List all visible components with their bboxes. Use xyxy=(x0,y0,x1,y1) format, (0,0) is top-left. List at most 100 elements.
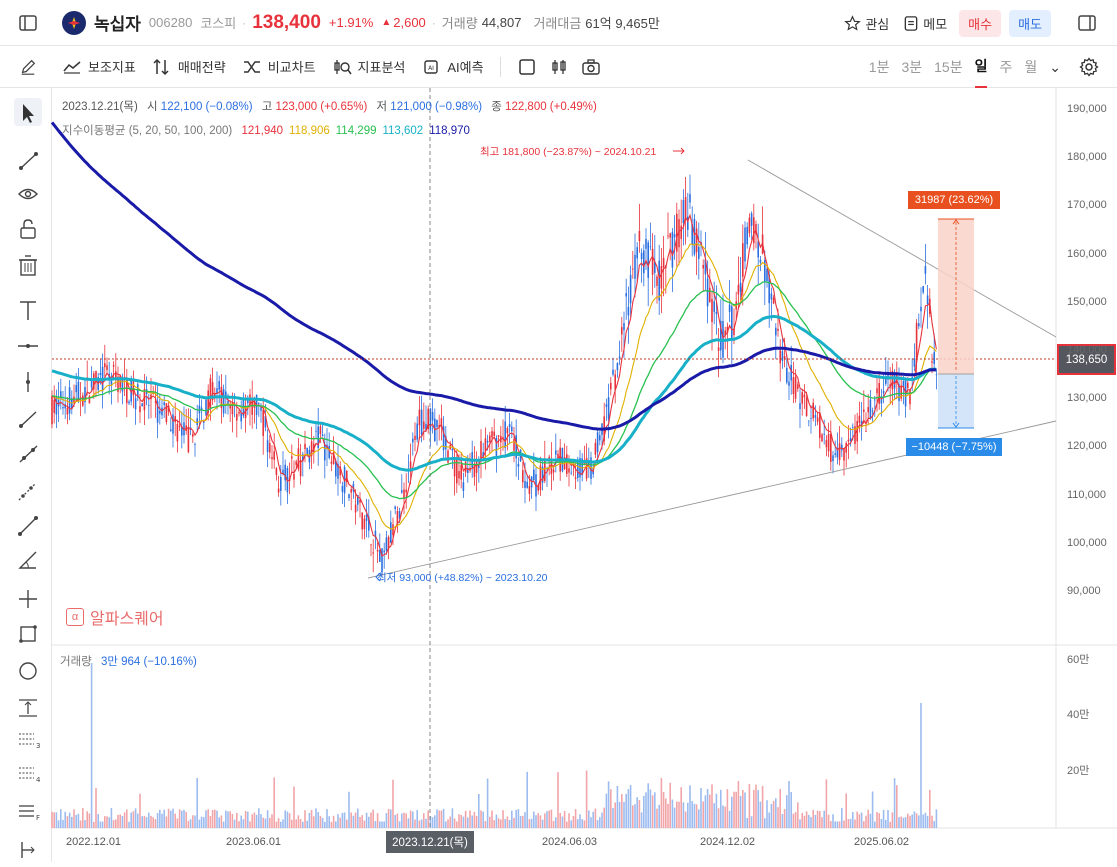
fibonacci-f-icon[interactable]: F xyxy=(19,805,40,822)
volume-bar xyxy=(222,821,225,828)
volume-bar xyxy=(53,812,55,828)
open-label: 시 xyxy=(147,101,158,113)
screenshot-button[interactable] xyxy=(577,49,605,85)
volume-bar xyxy=(568,813,570,828)
volume-bar xyxy=(799,819,801,828)
candle-body xyxy=(526,481,528,488)
circle-tool-icon[interactable] xyxy=(19,662,37,680)
range-up-box xyxy=(938,219,974,374)
stock-name[interactable]: 녹십자 xyxy=(94,10,141,35)
analysis-icon xyxy=(333,59,352,74)
range-tool-icon[interactable] xyxy=(21,842,35,858)
ma-value-0: 121,940 xyxy=(241,125,284,137)
volume-bar xyxy=(684,811,687,828)
fibonacci-4-icon[interactable]: 4 xyxy=(19,767,41,784)
watch-button[interactable]: 관심 xyxy=(844,14,889,33)
volume-bar xyxy=(82,808,84,828)
settings-button[interactable] xyxy=(1071,49,1107,85)
camera-icon xyxy=(581,58,600,75)
sell-button[interactable]: 매도 xyxy=(1009,9,1051,37)
volume-bar xyxy=(636,797,638,828)
candle-body xyxy=(797,384,799,389)
candle-body xyxy=(280,476,282,491)
range-up-label[interactable]: 31987 (23.62%) xyxy=(908,191,1000,209)
candle-body xyxy=(792,377,795,394)
fibonacci-3-icon[interactable]: 3 xyxy=(19,733,40,750)
candle-body xyxy=(836,448,839,458)
measure-tool-icon[interactable] xyxy=(19,699,37,717)
volume-bar xyxy=(178,809,181,828)
draw-toggle-button[interactable] xyxy=(10,49,46,85)
candle-body xyxy=(159,410,161,414)
candle-body xyxy=(431,411,434,421)
memo-button[interactable]: 메모 xyxy=(903,14,947,33)
candle-body xyxy=(260,407,262,411)
extended-line-icon[interactable] xyxy=(19,445,38,463)
parallel-channel-icon[interactable] xyxy=(18,483,36,501)
sidebar-toggle-button[interactable] xyxy=(10,5,46,41)
volume-bar xyxy=(671,799,674,828)
volume-bar xyxy=(110,808,113,828)
volume-bar xyxy=(572,816,575,828)
angle-tool-icon[interactable] xyxy=(18,551,37,569)
layout-button[interactable] xyxy=(513,49,541,85)
volume-bar xyxy=(832,814,834,828)
volume-bar xyxy=(566,821,568,828)
rectangle-tool-icon[interactable] xyxy=(19,625,37,643)
unlock-icon[interactable] xyxy=(20,219,36,239)
strategy-button[interactable]: 매매전략 xyxy=(152,57,226,76)
period-0[interactable]: 1분 xyxy=(869,46,890,88)
high-value: 123,000 (+0.65%) xyxy=(275,101,368,113)
candle-body xyxy=(645,238,647,249)
crosshair-tool-icon[interactable] xyxy=(19,590,37,608)
candle-body xyxy=(216,388,218,394)
segment-tool-icon[interactable] xyxy=(18,516,38,536)
volume-bar xyxy=(321,817,324,828)
volume-bar xyxy=(108,817,110,828)
volume-bar xyxy=(590,817,592,828)
volume-bar xyxy=(75,814,77,828)
candle-body xyxy=(724,330,726,336)
range-down-label[interactable]: −10448 (−7.75%) xyxy=(906,438,1002,456)
y-tick-label: 130,000 xyxy=(1067,392,1107,405)
period-2[interactable]: 15분 xyxy=(934,46,962,88)
ray-tool-icon[interactable] xyxy=(19,411,37,428)
candle-body xyxy=(291,456,293,459)
analysis-button[interactable]: 지표분석 xyxy=(332,57,405,76)
text-tool-icon[interactable] xyxy=(20,301,36,320)
candle-body xyxy=(95,371,97,380)
period-3[interactable]: 일 xyxy=(974,46,988,88)
volume-bar xyxy=(174,813,176,828)
ma-legend[interactable]: 지수이동평균 (5, 20, 50, 100, 200) 121,940 118,… xyxy=(62,122,470,138)
volume-bar xyxy=(282,819,284,828)
buy-button[interactable]: 매수 xyxy=(959,9,1002,37)
candle-body xyxy=(777,328,779,331)
horizontal-line-icon[interactable] xyxy=(18,344,38,348)
candle-body xyxy=(299,459,302,477)
candle-body xyxy=(464,461,467,473)
line-tool-icon[interactable] xyxy=(19,152,38,170)
alpha-logo-icon: α xyxy=(66,608,84,626)
volume-bar xyxy=(456,821,458,828)
indicators-button[interactable]: 보조지표 xyxy=(62,57,136,76)
volume-bar xyxy=(629,784,632,828)
candle-body xyxy=(469,467,471,471)
volume-bar xyxy=(865,815,867,828)
volume-bar xyxy=(874,821,876,828)
period-1[interactable]: 3분 xyxy=(901,46,922,88)
volume-bar xyxy=(713,803,715,828)
candle-type-button[interactable] xyxy=(545,49,573,85)
candle-body xyxy=(214,393,216,398)
vertical-line-icon[interactable] xyxy=(26,372,30,392)
period-4[interactable]: 주 xyxy=(999,46,1012,88)
chevron-down-icon[interactable]: ⌄ xyxy=(1049,46,1061,88)
trash-icon[interactable] xyxy=(19,255,37,276)
right-panel-toggle-button[interactable] xyxy=(1069,5,1105,41)
volume-bar xyxy=(284,810,286,828)
candle-body xyxy=(392,524,394,536)
ai-forecast-button[interactable]: AI AI예측 xyxy=(421,57,484,76)
volume-bar xyxy=(288,813,291,828)
eye-icon[interactable] xyxy=(18,188,38,200)
period-5[interactable]: 월 xyxy=(1024,46,1037,88)
compare-button[interactable]: 비교차트 xyxy=(242,57,316,76)
